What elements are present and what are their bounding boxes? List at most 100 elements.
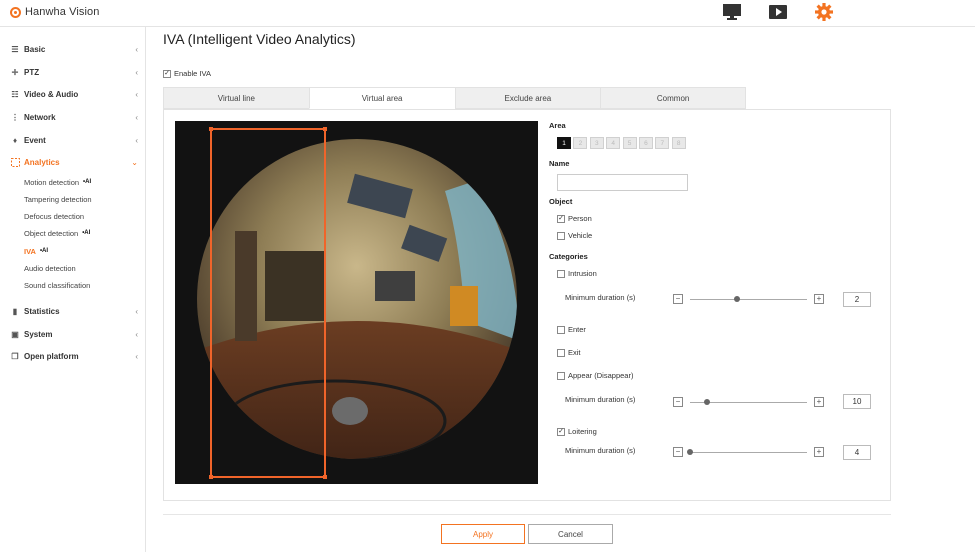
tab-virtual-line[interactable]: Virtual line <box>163 87 309 109</box>
area-number-button[interactable]: 6 <box>638 137 653 149</box>
decrement-button[interactable]: − <box>673 397 683 407</box>
sidebar-subitem-iva[interactable]: IVA •AI <box>24 244 140 258</box>
person-label: Person <box>568 214 592 223</box>
chevron-left-icon: ‹ <box>135 329 138 339</box>
subitem-label: Audio detection <box>24 263 76 273</box>
system-icon: ▣ <box>11 329 19 339</box>
appear-checkbox[interactable] <box>557 371 565 380</box>
enter-checkbox[interactable] <box>557 325 565 334</box>
platform-icon: ❐ <box>11 351 19 361</box>
tab-virtual-area[interactable]: Virtual area <box>308 87 455 109</box>
intrusion-checkbox[interactable] <box>557 269 565 278</box>
move-icon: ✛ <box>11 67 19 77</box>
tab-common[interactable]: Common <box>600 87 746 109</box>
sidebar-item-label: PTZ <box>24 67 40 77</box>
area-handle[interactable] <box>323 127 327 131</box>
subitem-label: Tampering detection <box>24 194 92 204</box>
duration-slider-track[interactable] <box>690 452 807 453</box>
ai-badge: •AI <box>83 179 92 185</box>
sidebar-item-system[interactable]: ▣ System ‹ <box>10 326 140 342</box>
area-number-button[interactable]: 1 <box>557 137 571 149</box>
object-label: Object <box>549 197 573 206</box>
duration-slider-thumb[interactable] <box>704 399 710 405</box>
area-number-button[interactable]: 2 <box>573 137 588 149</box>
ai-badge: •AI <box>82 230 91 236</box>
sliders-icon: ☷ <box>11 89 19 99</box>
sidebar-item-label: Network <box>24 112 56 122</box>
object-person-row[interactable]: ✓ Person <box>557 214 592 223</box>
duration-slider-track[interactable] <box>690 299 807 300</box>
chevron-left-icon: ‹ <box>135 306 138 316</box>
area-number-button[interactable]: 4 <box>606 137 621 149</box>
sidebar-item-basic[interactable]: ☰ Basic ‹ <box>10 41 140 57</box>
bar-chart-icon: ▮ <box>12 306 18 316</box>
subitem-label: IVA <box>24 246 36 256</box>
loitering-row[interactable]: ✓ Loitering <box>557 427 597 436</box>
duration-slider-thumb[interactable] <box>687 449 693 455</box>
sidebar-subitem-defocus-detection[interactable]: Defocus detection <box>24 209 140 223</box>
subitem-label: Object detection <box>24 228 79 238</box>
sidebar-subitem-audio-detection[interactable]: Audio detection <box>24 261 140 275</box>
loitering-checkbox[interactable]: ✓ <box>557 427 565 436</box>
apply-button[interactable]: Apply <box>441 524 525 544</box>
monitor-icon[interactable] <box>722 3 742 21</box>
exit-row[interactable]: Exit <box>557 348 581 357</box>
area-handle[interactable] <box>323 475 327 479</box>
subitem-label: Defocus detection <box>24 211 85 221</box>
sidebar-subitem-object-detection[interactable]: Object detection •AI <box>24 226 140 240</box>
page-title: IVA (Intelligent Video Analytics) <box>163 31 356 47</box>
sidebar-subitem-tampering-detection[interactable]: Tampering detection <box>24 192 140 206</box>
area-number-button[interactable]: 8 <box>671 137 686 149</box>
cancel-button[interactable]: Cancel <box>528 524 613 544</box>
play-icon[interactable] <box>768 3 788 21</box>
sidebar-item-label: Basic <box>24 44 46 54</box>
area-number-button[interactable]: 3 <box>589 137 604 149</box>
sidebar-item-open-platform[interactable]: ❐ Open platform ‹ <box>10 348 140 364</box>
brand-logo[interactable]: Hanwha Vision <box>10 6 99 18</box>
video-preview[interactable] <box>175 121 538 484</box>
tab-exclude-area[interactable]: Exclude area <box>454 87 601 109</box>
sidebar-item-label: Event <box>24 135 46 145</box>
chevron-left-icon: ‹ <box>135 67 138 77</box>
sidebar-item-network[interactable]: ⋮ Network ‹ <box>10 109 140 125</box>
min-duration-input[interactable] <box>843 292 871 307</box>
decrement-button[interactable]: − <box>673 294 683 304</box>
sidebar-subitem-sound-classification[interactable]: Sound classification <box>24 278 140 292</box>
sidebar-item-analytics[interactable]: Analytics ⌄ <box>10 154 140 170</box>
object-vehicle-row[interactable]: Vehicle <box>557 231 592 240</box>
duration-slider-thumb[interactable] <box>734 296 740 302</box>
enable-iva-row[interactable]: ✓ Enable IVA <box>163 69 211 78</box>
sidebar-subitem-motion-detection[interactable]: Motion detection •AI <box>24 175 140 189</box>
increment-button[interactable]: + <box>814 294 824 304</box>
enable-iva-checkbox[interactable]: ✓ <box>163 69 171 78</box>
gear-icon[interactable] <box>814 3 834 21</box>
area-number-button[interactable]: 7 <box>655 137 670 149</box>
sidebar-item-statistics[interactable]: ▮ Statistics ‹ <box>10 303 140 319</box>
sidebar-item-label: System <box>24 329 53 339</box>
sidebar-item-video-audio[interactable]: ☷ Video & Audio ‹ <box>10 86 140 102</box>
list-icon: ☰ <box>11 44 19 54</box>
sidebar: ☰ Basic ‹ ✛ PTZ ‹ ☷ Video & Audio ‹ ⋮ Ne… <box>0 27 146 552</box>
name-field[interactable] <box>557 174 688 191</box>
vehicle-checkbox[interactable] <box>557 231 565 240</box>
subitem-label: Sound classification <box>24 280 91 290</box>
area-handle[interactable] <box>209 475 213 479</box>
person-checkbox[interactable]: ✓ <box>557 214 565 223</box>
increment-button[interactable]: + <box>814 397 824 407</box>
footer-divider <box>163 514 891 515</box>
intrusion-row[interactable]: Intrusion <box>557 269 597 278</box>
enter-row[interactable]: Enter <box>557 325 586 334</box>
brand-name: Hanwha Vision <box>25 6 100 18</box>
appear-row[interactable]: Appear (Disappear) <box>557 371 633 380</box>
subitem-label: Motion detection <box>24 177 80 187</box>
sidebar-item-ptz[interactable]: ✛ PTZ ‹ <box>10 64 140 80</box>
area-handle[interactable] <box>209 127 213 131</box>
decrement-button[interactable]: − <box>673 447 683 457</box>
area-number-button[interactable]: 5 <box>622 137 637 149</box>
min-duration-input[interactable] <box>843 445 871 460</box>
bell-icon: ♦ <box>12 135 18 145</box>
exit-checkbox[interactable] <box>557 348 565 357</box>
sidebar-item-event[interactable]: ♦ Event ‹ <box>10 132 140 148</box>
increment-button[interactable]: + <box>814 447 824 457</box>
min-duration-input[interactable] <box>843 394 871 409</box>
